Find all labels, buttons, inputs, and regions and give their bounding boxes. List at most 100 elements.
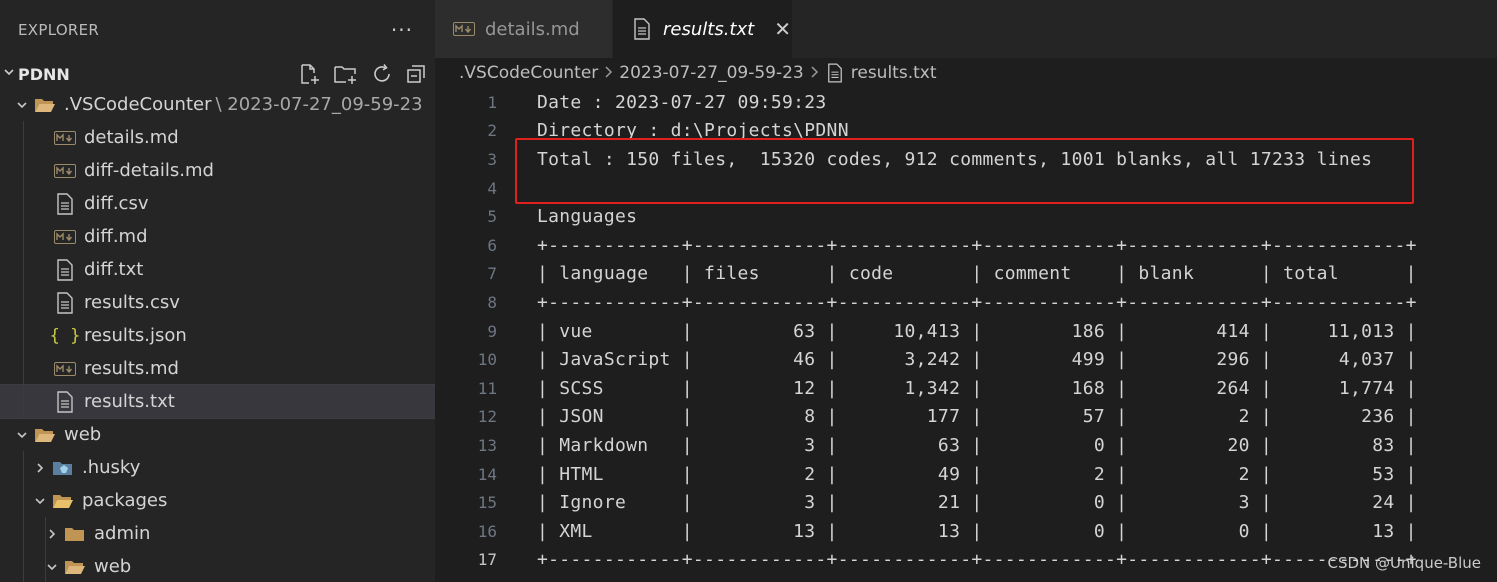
tree-file-diff-md[interactable]: diff.md: [0, 220, 435, 253]
code-line: 9 | vue | 63 | 10,413 | 186 | 414 | 11,01…: [435, 317, 1497, 346]
refresh-icon[interactable]: [371, 63, 393, 85]
file-icon: [629, 18, 655, 40]
file-icon: [52, 258, 78, 281]
tree-label: web: [94, 556, 132, 577]
line-number: 12: [477, 407, 497, 427]
tree-label-suffix: \ 2023-07-27_09-59-23: [215, 94, 423, 115]
folder-open-icon: [32, 426, 58, 444]
code-view[interactable]: 1 Date : 2023-07-27 09:59:23 2 Directory :…: [435, 88, 1497, 574]
line-number: 11: [477, 378, 497, 398]
chevron-right-icon: [604, 64, 613, 82]
tree-file-diff-details-md[interactable]: diff-details.md: [0, 154, 435, 187]
folder-open-icon: [32, 96, 58, 114]
editor-area: details.md results.txt ✕ .VSCodeCounter …: [435, 0, 1497, 582]
line-number: 17: [477, 550, 497, 570]
tree-label: diff-details.md: [84, 160, 214, 181]
file-icon: [52, 390, 78, 413]
code-line: 11 | SCSS | 12 | 1,342 | 168 | 264 | 1,77…: [435, 374, 1497, 403]
line-number: 3: [487, 149, 497, 169]
new-file-icon[interactable]: [297, 62, 321, 86]
code-line: 13 | Markdown | 3 | 63 | 0 | 20 | 83 |: [435, 431, 1497, 460]
tree-label: details.md: [84, 127, 179, 148]
line-text: | vue | 63 | 10,413 | 186 | 414 | 11,013…: [537, 320, 1417, 342]
file-icon: [825, 63, 845, 83]
file-tree: .VSCodeCounter \ 2023-07-27_09-59-23 det…: [0, 88, 435, 582]
tree-file-details-md[interactable]: details.md: [0, 121, 435, 154]
tree-label: web: [64, 424, 102, 445]
tab-details-md[interactable]: details.md: [435, 0, 613, 58]
tree-file-results-json[interactable]: { } results.json: [0, 319, 435, 352]
tree-folder-web-sub[interactable]: web: [0, 550, 435, 582]
folder-open-icon: [50, 492, 76, 510]
explorer-title: EXPLORER: [18, 21, 100, 39]
tab-label: results.txt: [663, 18, 755, 40]
line-text: | Markdown | 3 | 63 | 0 | 20 | 83 |: [537, 434, 1417, 456]
tree-file-diff-txt[interactable]: diff.txt: [0, 253, 435, 286]
more-actions-icon[interactable]: ···: [391, 20, 413, 40]
file-icon: [52, 192, 78, 215]
line-text: +------------+------------+------------+…: [537, 549, 1417, 571]
explorer-actions: [297, 60, 427, 88]
tree-folder-husky[interactable]: .husky: [0, 451, 435, 484]
close-icon[interactable]: ✕: [774, 17, 791, 41]
breadcrumb-item[interactable]: results.txt: [851, 63, 937, 83]
chevron-down-icon: [30, 495, 50, 507]
chevron-down-icon: [12, 99, 32, 111]
line-text: Directory : d:\Projects\PDNN: [537, 120, 849, 142]
code-line: 5 Languages: [435, 202, 1497, 231]
tree-label: results.csv: [84, 292, 180, 313]
line-text: +------------+------------+------------+…: [537, 291, 1417, 313]
line-text: | XML | 13 | 13 | 0 | 0 | 13 |: [537, 520, 1417, 542]
markdown-icon: [52, 163, 78, 178]
tree-label: diff.txt: [84, 259, 144, 280]
tree-label: results.md: [84, 358, 179, 379]
chevron-down-icon: [12, 429, 32, 441]
code-line: 14 | HTML | 2 | 49 | 2 | 2 | 53 |: [435, 460, 1497, 489]
tree-file-results-txt[interactable]: results.txt: [0, 384, 435, 419]
code-line: 10 | JavaScript | 46 | 3,242 | 499 | 296 …: [435, 345, 1497, 374]
husky-folder-icon: [50, 459, 76, 477]
markdown-icon: [52, 361, 78, 376]
explorer-sidebar: EXPLORER ··· PDNN .VSCodeCounter \ 2023-…: [0, 0, 435, 582]
line-text: | JSON | 8 | 177 | 57 | 2 | 236 |: [537, 406, 1417, 428]
tree-folder-admin[interactable]: admin: [0, 517, 435, 550]
tree-folder-packages[interactable]: packages: [0, 484, 435, 517]
new-folder-icon[interactable]: [333, 62, 359, 86]
code-line: 7 | language | files | code | comment | b…: [435, 260, 1497, 289]
line-text: Total : 150 files, 15320 codes, 912 comm…: [537, 148, 1373, 170]
tree-label: .VSCodeCounter: [64, 94, 212, 115]
line-number: 10: [477, 350, 497, 370]
code-line: 3 Total : 150 files, 15320 codes, 912 com…: [435, 145, 1497, 174]
line-text: | HTML | 2 | 49 | 2 | 2 | 53 |: [537, 463, 1417, 485]
line-number: 16: [477, 521, 497, 541]
folder-open-icon: [62, 558, 88, 576]
line-number: 13: [477, 435, 497, 455]
line-number: 6: [487, 235, 497, 255]
tree-file-results-md[interactable]: results.md: [0, 352, 435, 385]
json-icon: { }: [49, 325, 81, 346]
markdown-icon: [451, 22, 477, 36]
breadcrumb-item[interactable]: 2023-07-27_09-59-23: [619, 63, 803, 83]
tree-label: results.json: [84, 325, 187, 346]
line-text: +------------+------------+------------+…: [537, 234, 1417, 256]
breadcrumb: .VSCodeCounter 2023-07-27_09-59-23 resul…: [435, 58, 1497, 88]
tree-label: packages: [82, 490, 168, 511]
markdown-icon: [52, 130, 78, 145]
collapse-all-icon[interactable]: [405, 63, 427, 85]
tree-label: results.txt: [84, 391, 175, 412]
workspace-section-header[interactable]: PDNN: [0, 60, 435, 88]
breadcrumb-item[interactable]: .VSCodeCounter: [459, 63, 598, 83]
tree-folder-vscodecounter[interactable]: .VSCodeCounter \ 2023-07-27_09-59-23: [0, 88, 435, 121]
workspace-name: PDNN: [18, 64, 70, 84]
line-number: 9: [487, 321, 497, 341]
code-line: 8 +------------+------------+------------…: [435, 288, 1497, 317]
tree-file-diff-csv[interactable]: diff.csv: [0, 187, 435, 220]
tab-results-txt[interactable]: results.txt ✕: [613, 0, 793, 58]
tree-label: diff.md: [84, 226, 148, 247]
tree-folder-web[interactable]: web: [0, 418, 435, 451]
tree-file-results-csv[interactable]: results.csv: [0, 286, 435, 319]
line-number: 15: [477, 493, 497, 513]
watermark: CSDN @Unique-Blue: [1327, 554, 1481, 572]
line-number: 14: [477, 464, 497, 484]
line-text: Date : 2023-07-27 09:59:23: [537, 91, 827, 113]
